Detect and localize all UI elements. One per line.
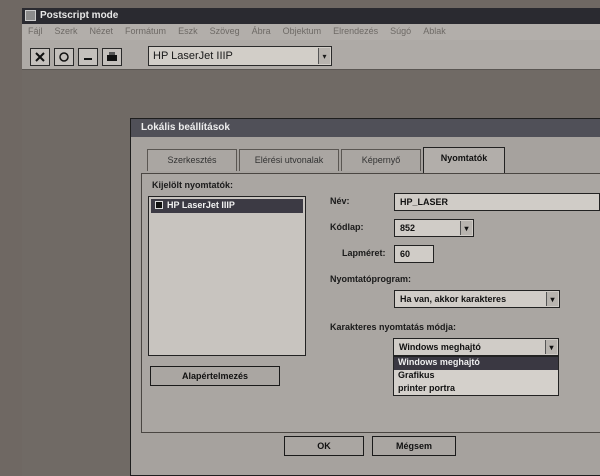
menu-item[interactable]: Objektum <box>283 26 322 36</box>
menu-item[interactable]: Fájl <box>28 26 43 36</box>
app-title: Postscript mode <box>40 10 119 21</box>
tab-paths[interactable]: Elérési utvonalak <box>239 149 339 171</box>
tab-editing[interactable]: Szerkesztés <box>147 149 237 171</box>
menu-item[interactable]: Ablak <box>423 26 446 36</box>
dialog-title: Lokális beállítások <box>131 119 600 137</box>
installed-printers-label: Kijelölt nyomtatók: <box>152 180 234 190</box>
codepage-label: Kódlap: <box>330 222 364 232</box>
list-item-label: HP LaserJet IIIP <box>167 200 235 210</box>
menu-item[interactable]: Ábra <box>252 26 271 36</box>
menu-item[interactable]: Szöveg <box>210 26 240 36</box>
tab-printers[interactable]: Nyomtatók <box>423 147 505 173</box>
chevron-down-icon[interactable]: ▾ <box>546 292 558 306</box>
ok-button[interactable]: OK <box>284 436 364 456</box>
tab-screen[interactable]: Képernyő <box>341 149 421 171</box>
menu-item[interactable]: Súgó <box>390 26 411 36</box>
printer-icon[interactable] <box>102 48 122 66</box>
menu-item[interactable]: Nézet <box>90 26 114 36</box>
app-icon <box>25 10 36 21</box>
printer-select[interactable]: HP LaserJet IIIP ▾ <box>148 46 332 66</box>
default-button[interactable]: Alapértelmezés <box>150 366 280 386</box>
menu-item[interactable]: Szerk <box>55 26 78 36</box>
char-mode-select[interactable]: Windows meghajtó ▾ <box>393 338 559 356</box>
page-width-label: Lapméret: <box>342 248 386 258</box>
menu-item[interactable]: Elrendezés <box>333 26 378 36</box>
printer-program-select[interactable]: Ha van, akkor karakteres ▾ <box>394 290 560 308</box>
char-mode-value: Windows meghajtó <box>399 342 481 352</box>
menu-item[interactable]: Formátum <box>125 26 166 36</box>
dropdown-option[interactable]: Windows meghajtó <box>394 357 558 370</box>
app-titlebar: Postscript mode <box>22 8 600 24</box>
name-input[interactable]: HP_LASER <box>394 193 600 211</box>
menubar: Fájl Szerk Nézet Formátum Eszk Szöveg Ábra Obje… <box>22 24 600 40</box>
dropdown-option[interactable]: printer portra <box>394 383 558 396</box>
char-mode-label: Karakteres nyomtatás módja: <box>330 322 457 332</box>
codepage-select[interactable]: 852 ▾ <box>394 219 474 237</box>
page-width-input[interactable]: 60 <box>394 245 434 263</box>
chevron-down-icon[interactable]: ▾ <box>318 48 330 64</box>
list-item[interactable]: HP LaserJet IIIP <box>151 199 303 213</box>
close-icon[interactable] <box>30 48 50 66</box>
cancel-button[interactable]: Mégsem <box>372 436 456 456</box>
menu-item[interactable]: Eszk <box>178 26 198 36</box>
printer-program-label: Nyomtatóprogram: <box>330 274 412 284</box>
chevron-down-icon[interactable]: ▾ <box>460 221 472 235</box>
printers-listbox[interactable]: HP LaserJet IIIP <box>148 196 306 356</box>
codepage-value: 852 <box>400 223 416 233</box>
printer-program-value: Ha van, akkor karakteres <box>400 294 507 304</box>
printer-select-value: HP LaserJet IIIP <box>153 50 233 62</box>
chevron-down-icon[interactable]: ▾ <box>545 340 557 354</box>
name-label: Név: <box>330 196 350 206</box>
char-mode-dropdown[interactable]: Windows meghajtó Grafikus printer portra <box>393 356 559 396</box>
circle-tool-icon[interactable] <box>54 48 74 66</box>
minus-icon[interactable] <box>78 48 98 66</box>
printer-item-icon <box>155 201 163 209</box>
dropdown-option[interactable]: Grafikus <box>394 370 558 383</box>
